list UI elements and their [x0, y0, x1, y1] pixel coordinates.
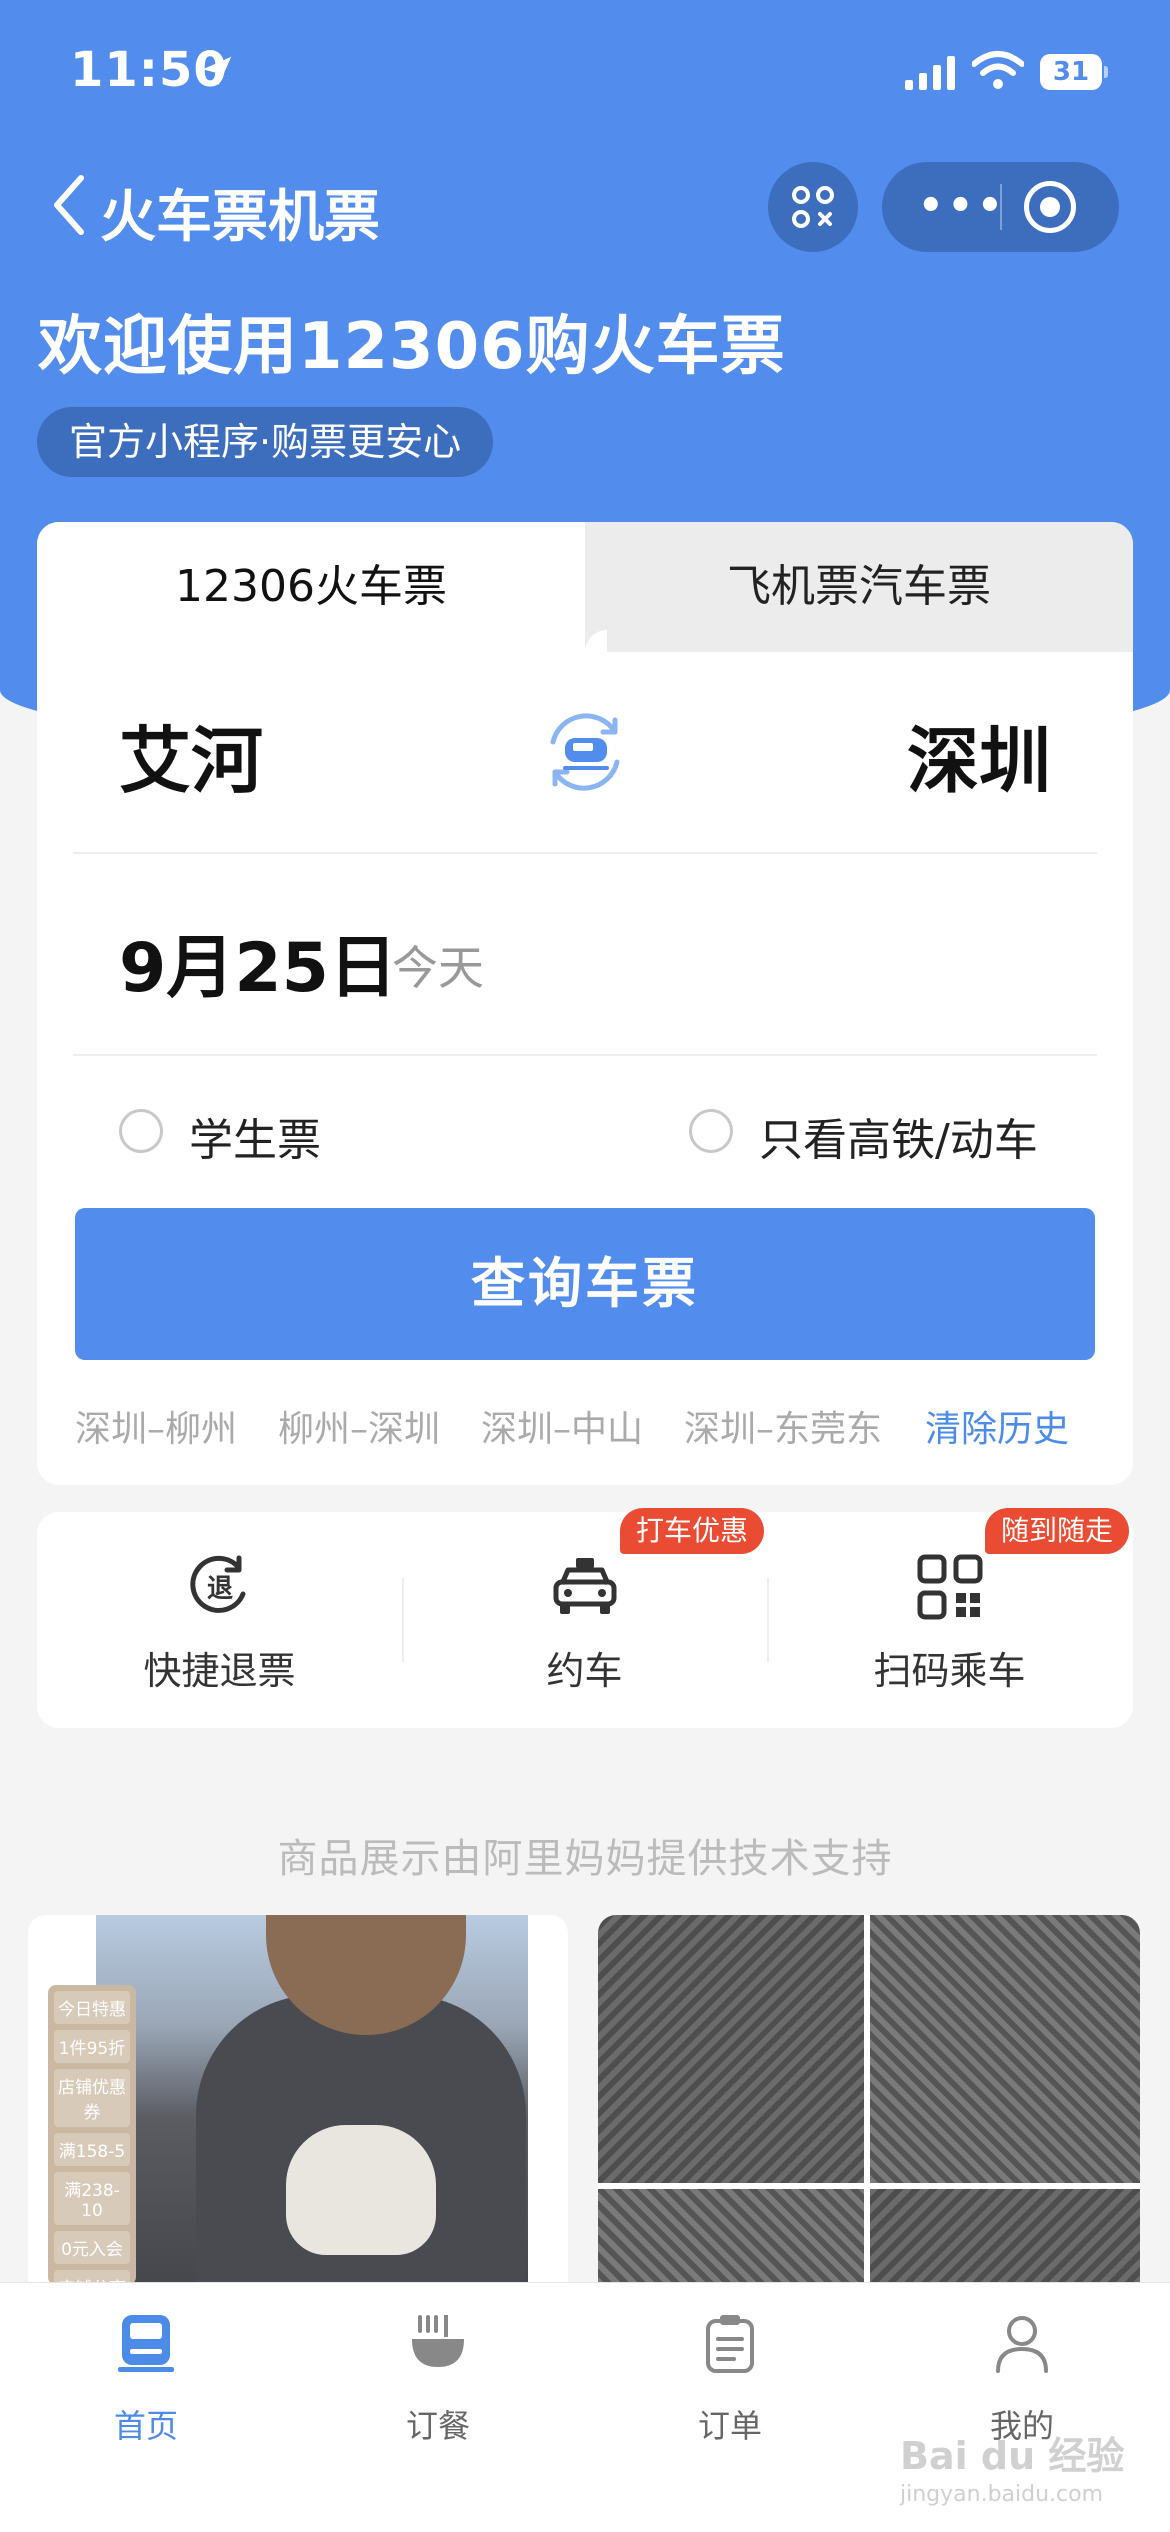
product-image: [598, 1915, 864, 2183]
promo-badge: 打车优惠: [620, 1508, 765, 1554]
back-chevron-icon[interactable]: [45, 170, 95, 240]
battery-icon: 31: [1040, 54, 1108, 90]
history-route[interactable]: 深圳–柳州: [75, 1400, 237, 1452]
high-speed-only-label[interactable]: 只看高铁/动车: [759, 1104, 1038, 1168]
to-station[interactable]: 深圳: [907, 702, 1051, 807]
meal-bowl-icon: [412, 2315, 464, 2367]
product-image: [870, 1915, 1140, 2183]
services-card: 退 快捷退票 约车 打车优惠 扫码乘车 随到随走: [37, 1508, 1133, 1728]
tab-meals[interactable]: 订餐: [292, 2283, 584, 2473]
cellular-signal-icon: [905, 56, 955, 90]
from-station[interactable]: 艾河: [119, 702, 263, 807]
qr-code-icon: [917, 1554, 983, 1620]
tab-label: 订餐: [405, 2407, 470, 2445]
promo-item: 满238-10: [54, 2172, 130, 2225]
product-card[interactable]: 今日特惠 1件95折 店铺优惠券 满158-5 满238-10 0元入会 店铺分…: [28, 1915, 568, 2285]
divider: [73, 1054, 1097, 1056]
welcome-title: 欢迎使用12306购火车票: [38, 310, 786, 384]
wifi-icon: [972, 51, 1024, 89]
page-title: 火车票机票: [100, 185, 380, 250]
svg-text:退: 退: [207, 1574, 233, 1604]
watermark-url: jingyan.baidu.com: [900, 2482, 1104, 2507]
promo-badge: 随到随走: [985, 1508, 1130, 1554]
tab-label: 首页: [113, 2407, 178, 2445]
search-tickets-button[interactable]: 查询车票: [75, 1208, 1095, 1360]
scan-button[interactable]: [768, 162, 858, 252]
service-label: 快捷退票: [143, 1649, 296, 1693]
date-relative-label: 今天: [392, 941, 484, 995]
tab-orders[interactable]: 订单: [584, 2283, 876, 2473]
taxi-icon: [553, 1558, 617, 1614]
close-program-icon[interactable]: [1024, 181, 1076, 233]
promo-strip: 今日特惠 1件95折 店铺优惠券 满158-5 满238-10 0元入会 店铺分…: [48, 1985, 136, 2285]
swap-stations-icon[interactable]: [535, 702, 635, 802]
train-home-icon: [118, 2315, 174, 2372]
refund-icon: 退: [190, 1555, 246, 1613]
service-scan-ride[interactable]: 扫码乘车 随到随走: [767, 1508, 1132, 1728]
product-card[interactable]: [598, 1915, 1140, 2285]
location-arrow-icon: [202, 56, 232, 86]
service-taxi[interactable]: 约车 打车优惠: [402, 1508, 767, 1728]
service-quick-refund[interactable]: 退 快捷退票: [37, 1512, 402, 1728]
ad-tech-note: 商品展示由阿里妈妈提供技术支持: [277, 1836, 893, 1882]
student-ticket-radio[interactable]: [119, 1109, 163, 1153]
promo-item: 店铺优惠券: [54, 2069, 130, 2127]
clear-history-link[interactable]: 清除历史: [925, 1400, 1069, 1452]
battery-level: 31: [1040, 54, 1102, 90]
tab-train-tickets[interactable]: 12306火车票: [37, 522, 585, 652]
service-label: 约车: [546, 1649, 623, 1693]
more-menu-icon[interactable]: •••: [918, 186, 1007, 226]
history-route[interactable]: 深圳–东莞东: [684, 1400, 882, 1452]
user-profile-icon: [996, 2316, 1048, 2373]
order-list-icon: [706, 2315, 754, 2373]
official-tag: 官方小程序·购票更安心: [37, 407, 494, 477]
product-image: [870, 2189, 1140, 2285]
student-ticket-label[interactable]: 学生票: [189, 1104, 321, 1168]
promo-title: 今日特惠: [54, 1991, 130, 2024]
tab-label: 订单: [697, 2407, 762, 2445]
scan-icon: [792, 186, 834, 228]
product-image: [96, 1915, 528, 2285]
product-image: [598, 2189, 864, 2285]
watermark: Bai du 经验: [900, 2434, 1125, 2478]
departure-date[interactable]: 9月25日: [119, 912, 397, 1011]
status-bar: 11:50 31: [0, 0, 1170, 140]
mini-program-capsule: •••: [882, 162, 1119, 252]
tab-flight-bus-tickets[interactable]: 飞机票汽车票: [585, 522, 1133, 652]
tab-home[interactable]: 首页: [0, 2283, 292, 2473]
promo-item: 满158-5: [54, 2133, 130, 2166]
promo-item: 1件95折: [54, 2030, 130, 2063]
service-label: 扫码乘车: [873, 1649, 1026, 1693]
ticket-search-card: 12306火车票 飞机票汽车票 艾河 深圳 9月25日 今天 学生票 只看高铁/…: [37, 522, 1133, 1485]
high-speed-only-radio[interactable]: [689, 1109, 733, 1153]
history-route[interactable]: 深圳–中山: [481, 1400, 643, 1452]
promo-item: 0元入会: [54, 2231, 130, 2264]
divider: [73, 852, 1097, 854]
history-route[interactable]: 柳州–深圳: [278, 1400, 440, 1452]
